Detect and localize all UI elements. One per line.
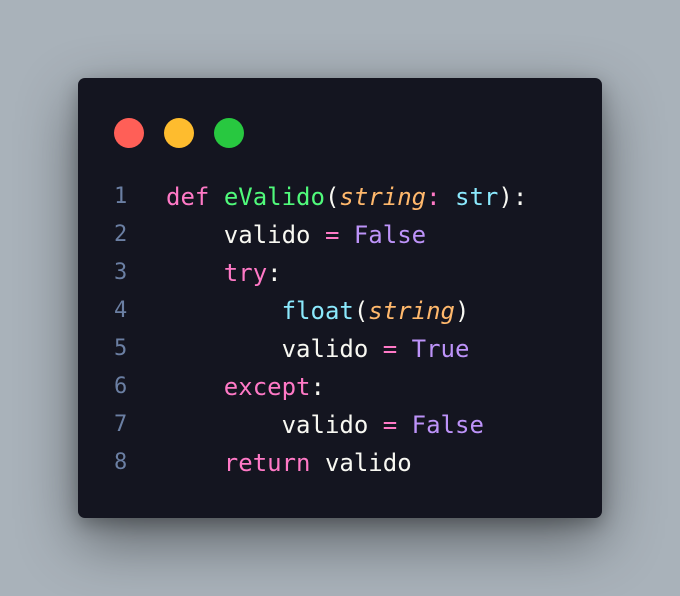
code-line: 4 float(string) — [78, 292, 602, 330]
code-token-constant: True — [411, 335, 470, 363]
line-number: 1 — [114, 184, 128, 209]
code-line: 2 valido = False — [78, 216, 602, 254]
code-token-keyword: except — [223, 373, 311, 401]
maximize-dot-icon[interactable] — [214, 118, 244, 148]
line-number: 7 — [114, 412, 128, 437]
code-token-param: string — [368, 297, 455, 325]
line-content: return valido — [166, 444, 412, 482]
code-line: 7 valido = False — [78, 406, 602, 444]
code-token-plain: ( — [353, 297, 369, 325]
code-token-keyword: = — [382, 411, 398, 439]
line-content: float(string) — [166, 292, 470, 330]
line-content: def eValido(string: str): — [166, 178, 527, 216]
code-line: 3 try: — [78, 254, 602, 292]
code-token-plain: valido — [281, 335, 369, 363]
code-token-function-name: eValido — [223, 183, 325, 211]
line-number: 4 — [114, 298, 128, 323]
line-number: 6 — [114, 374, 128, 399]
code-token-keyword: : — [426, 183, 441, 211]
close-dot-icon[interactable] — [114, 118, 144, 148]
code-token-plain: : — [267, 259, 282, 287]
line-content: try: — [166, 254, 282, 292]
code-token-plain: valido — [223, 221, 311, 249]
code-token-constant: False — [411, 411, 484, 439]
code-token-constant: False — [353, 221, 427, 249]
code-window: 1 def eValido(string: str): 2 valido = Fal… — [78, 78, 602, 518]
code-line: 6 except: — [78, 368, 602, 406]
line-content: valido = True — [166, 330, 470, 368]
code-token-builtin: float — [281, 297, 354, 325]
code-token-keyword: return — [223, 449, 311, 477]
line-content: except: — [166, 368, 325, 406]
code-token-plain: ( — [324, 183, 340, 211]
code-token-keyword: def — [166, 183, 210, 211]
code-token-keyword: = — [324, 221, 340, 249]
code-token-plain: valido — [324, 449, 412, 477]
minimize-dot-icon[interactable] — [164, 118, 194, 148]
code-block: 1 def eValido(string: str): 2 valido = Fal… — [78, 178, 602, 482]
code-token-keyword: = — [382, 335, 398, 363]
line-number: 3 — [114, 260, 128, 285]
line-number: 5 — [114, 336, 128, 361]
line-number: 2 — [114, 222, 128, 247]
code-token-keyword: try — [223, 259, 268, 287]
line-content: valido = False — [166, 406, 484, 444]
code-token-plain: ): — [498, 183, 528, 211]
code-line: 5 valido = True — [78, 330, 602, 368]
code-token-plain: : — [310, 373, 325, 401]
code-line: 1 def eValido(string: str): — [78, 178, 602, 216]
code-token-param: string — [339, 183, 427, 211]
code-line: 8 return valido — [78, 444, 602, 482]
code-token-builtin: str — [455, 183, 499, 211]
line-number: 8 — [114, 450, 128, 475]
line-content: valido = False — [166, 216, 426, 254]
code-token-plain: ) — [455, 297, 470, 325]
code-token-plain: valido — [281, 411, 369, 439]
